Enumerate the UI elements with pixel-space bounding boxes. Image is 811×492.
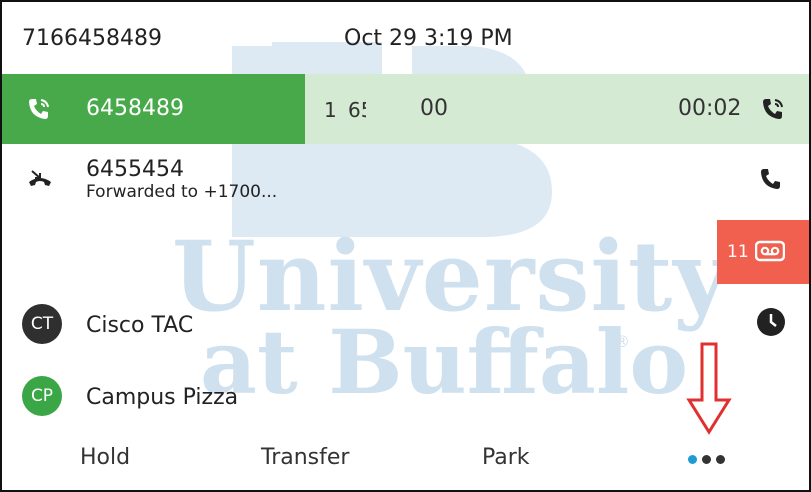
more-dot-2: [702, 455, 711, 464]
more-dot-3: [716, 455, 725, 464]
voicemail-badge[interactable]: 11: [717, 220, 809, 284]
more-dot-1: [688, 455, 697, 464]
recent-clock-icon: [757, 308, 785, 336]
park-softkey[interactable]: Park: [482, 445, 530, 470]
phone-screen: University at Buffalo ® 7166458489 Oct 2…: [0, 0, 811, 492]
held-call-forward-detail: Forwarded to +1700...: [86, 182, 278, 202]
forwarded-call-icon: [29, 170, 51, 186]
active-call-row[interactable]: 6458489 1 65 00 00:02: [2, 74, 809, 144]
phone-icon[interactable]: [758, 166, 784, 192]
active-call-line[interactable]: 6458489: [2, 74, 305, 144]
avatar-cisco-tac[interactable]: CT: [22, 304, 62, 344]
active-call-icon: [29, 99, 49, 119]
held-call-number[interactable]: 6455454: [86, 157, 184, 182]
watermark-line-2: at Buffalo: [200, 310, 689, 414]
own-phone-number: 7166458489: [22, 26, 162, 51]
line-digit: 1: [324, 98, 337, 122]
extra-digits: 00: [420, 96, 448, 121]
status-header: 7166458489 Oct 29 3:19 PM: [2, 2, 809, 74]
active-call-number: 6458489: [86, 96, 184, 121]
watermark-registered-mark: ®: [614, 332, 630, 351]
annotation-arrow-icon: [686, 342, 732, 435]
call-status-icon: [763, 99, 783, 119]
more-dots-icon[interactable]: [686, 452, 730, 466]
avatar-campus-pizza[interactable]: CP: [22, 376, 62, 416]
voicemail-icon: [755, 240, 785, 262]
watermark-line-1: University: [172, 220, 731, 333]
voicemail-count: 11: [727, 242, 749, 262]
partial-digits: 65: [348, 98, 366, 122]
contact-name-campus-pizza[interactable]: Campus Pizza: [86, 385, 238, 410]
date-time: Oct 29 3:19 PM: [344, 26, 513, 51]
contact-name-cisco-tac[interactable]: Cisco TAC: [86, 313, 193, 338]
transfer-softkey[interactable]: Transfer: [261, 445, 349, 470]
call-duration: 00:02: [678, 96, 742, 121]
hold-softkey[interactable]: Hold: [80, 445, 130, 470]
